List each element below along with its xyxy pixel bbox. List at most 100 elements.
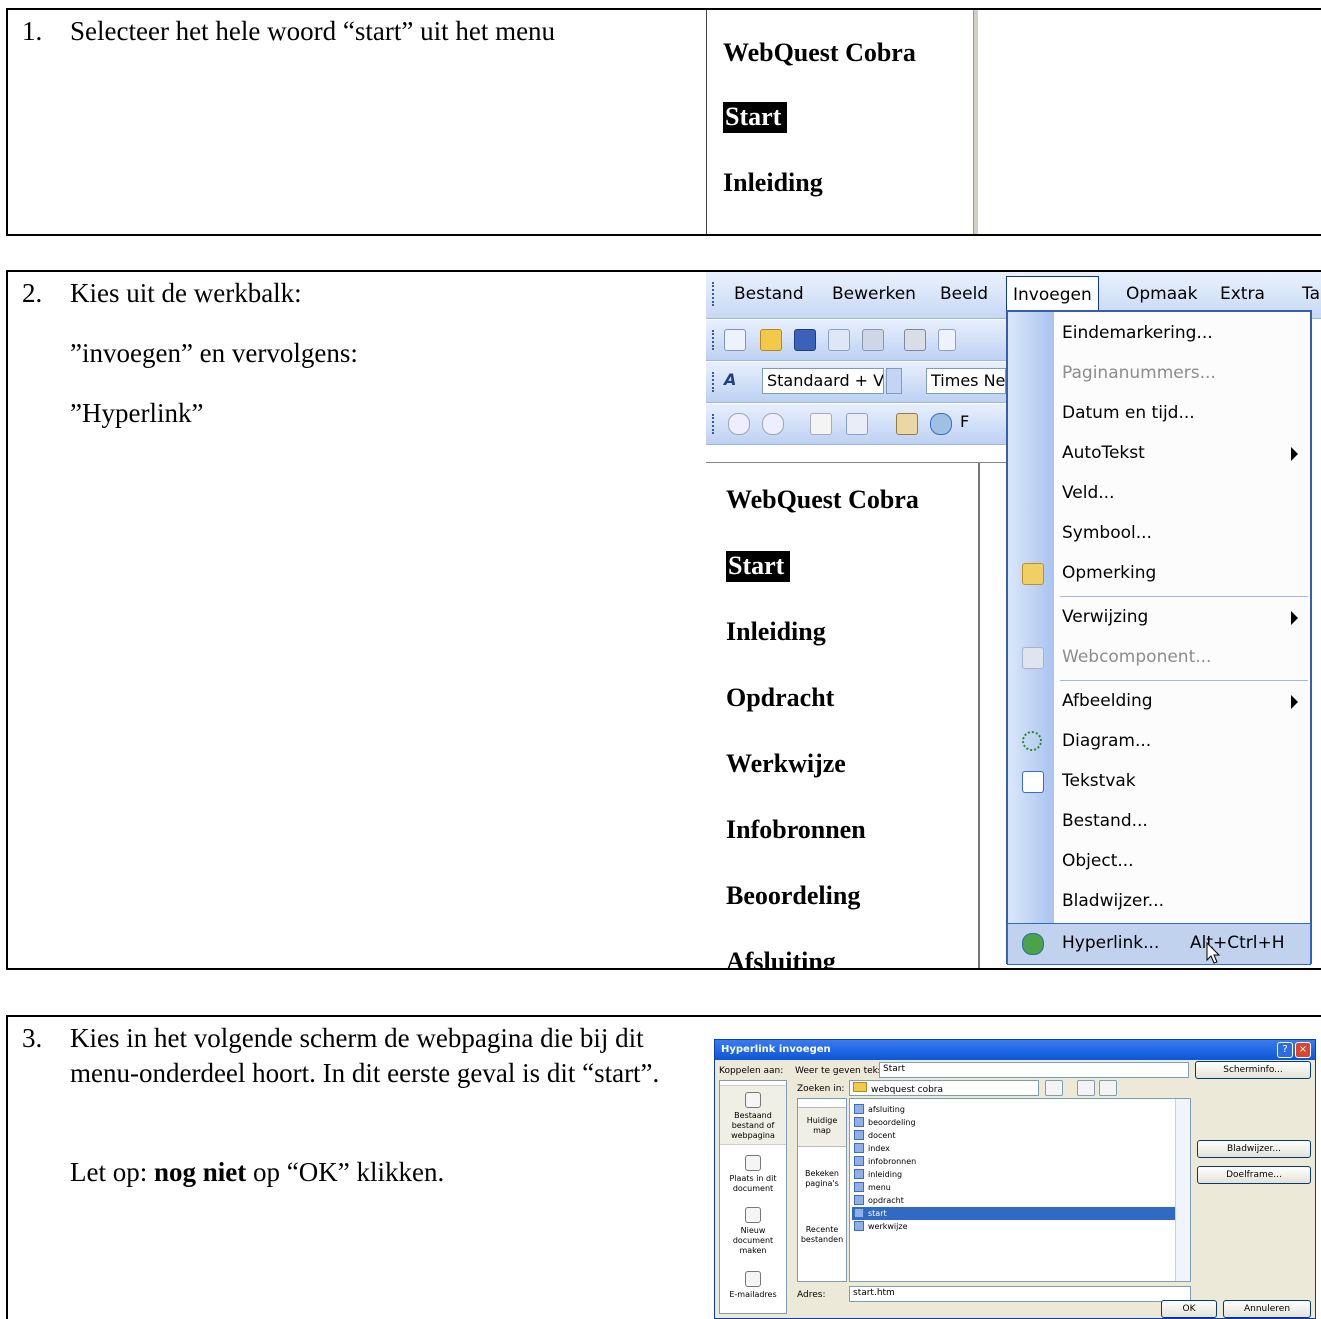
file-item[interactable]: index	[852, 1142, 1176, 1155]
menu-item-bladwijzer[interactable]: Bladwijzer...	[1008, 882, 1310, 922]
stop-icon[interactable]	[810, 413, 832, 435]
menu-item-inleiding[interactable]: Inleiding	[723, 168, 823, 198]
browse-web-icon[interactable]	[1077, 1080, 1095, 1096]
link-email-address[interactable]: E-mailadres	[720, 1271, 786, 1300]
doc-item-webquest-cobra[interactable]: WebQuest Cobra	[726, 485, 919, 515]
save-icon[interactable]	[794, 329, 816, 351]
address-label: Adres:	[797, 1290, 826, 1300]
menu-item-symbool[interactable]: Symbool...	[1008, 514, 1310, 554]
doc-item-inleiding[interactable]: Inleiding	[726, 617, 826, 647]
file-item[interactable]: afsluiting	[852, 1103, 1176, 1116]
font-dropdown[interactable]: Times Ne	[926, 368, 1006, 394]
style-dropdown[interactable]: Standaard + Ve	[762, 368, 884, 394]
menu-item-diagram[interactable]: Diagram...	[1008, 722, 1310, 762]
menu-item-tekstvak[interactable]: Tekstvak	[1008, 762, 1310, 802]
style-dropdown-arrow[interactable]	[886, 368, 902, 394]
link-new-document[interactable]: Nieuw document maken	[720, 1207, 786, 1256]
help-icon[interactable]: ?	[1277, 1042, 1293, 1058]
forward-icon[interactable]	[762, 413, 784, 435]
look-in-dropdown[interactable]: webquest cobra	[849, 1080, 1039, 1096]
web-component-icon	[1022, 647, 1044, 669]
file-item-selected[interactable]: start	[852, 1207, 1176, 1220]
back-icon[interactable]	[728, 413, 750, 435]
doc-item-beoordeling[interactable]: Beoordeling	[726, 881, 860, 911]
grip-icon	[712, 282, 717, 306]
step-text-line1: Kies uit de werkbalk:	[70, 278, 302, 308]
print-preview-icon[interactable]	[938, 329, 956, 351]
permission-icon[interactable]	[828, 329, 850, 351]
file-item[interactable]: inleiding	[852, 1168, 1176, 1181]
file-item[interactable]: beoordeling	[852, 1116, 1176, 1129]
document-area: WebQuest Cobra Start Inleiding Opdracht …	[706, 462, 1006, 968]
link-to-panel: Bestaand bestand of webpagina Plaats in …	[719, 1080, 787, 1314]
menu-item-object[interactable]: Object...	[1008, 842, 1310, 882]
doc-item-afsluiting[interactable]: Afsluiting	[726, 947, 836, 968]
doc-item-opdracht[interactable]: Opdracht	[726, 683, 834, 713]
formatting-toolbar: A Standaard + Ve Times Ne	[706, 362, 1006, 403]
textbox-icon	[1022, 771, 1044, 793]
menu-item-datum-en-tijd[interactable]: Datum en tijd...	[1008, 394, 1310, 434]
menu-item-eindemarkering[interactable]: Eindemarkering...	[1008, 314, 1310, 354]
open-folder-icon[interactable]	[760, 329, 782, 351]
doc-item-infobronnen[interactable]: Infobronnen	[726, 815, 866, 845]
browsed-pages[interactable]: Bekeken pagina's	[798, 1169, 846, 1189]
cancel-button[interactable]: Annuleren	[1223, 1300, 1311, 1318]
step-text-line3: ”Hyperlink”	[70, 398, 204, 428]
menu-invoegen[interactable]: Invoegen	[1006, 276, 1099, 312]
bookmark-button[interactable]: Bladwijzer...	[1197, 1140, 1311, 1158]
search-icon[interactable]	[930, 413, 952, 435]
display-text-input[interactable]: Start	[879, 1062, 1189, 1078]
menu-item-start-selected[interactable]: Start	[723, 102, 788, 133]
file-item[interactable]: opdracht	[852, 1194, 1176, 1207]
new-document-icon[interactable]	[724, 329, 746, 351]
current-folder[interactable]: Huidige map	[798, 1107, 846, 1147]
browse-file-icon[interactable]	[1099, 1080, 1117, 1096]
menu-item-hyperlink[interactable]: Hyperlink... Alt+Ctrl+H	[1007, 923, 1311, 965]
grip-icon	[712, 330, 717, 350]
submenu-arrow-icon	[1291, 447, 1298, 461]
menu-item-opmerking[interactable]: Opmerking	[1008, 554, 1310, 594]
menu-bewerken[interactable]: Bewerken	[832, 284, 916, 304]
document-place-icon	[745, 1155, 761, 1171]
menu-extra[interactable]: Extra	[1220, 284, 1265, 304]
screentip-button[interactable]: Scherminfo...	[1195, 1061, 1311, 1079]
file-item[interactable]: werkwijze	[852, 1220, 1176, 1233]
email-icon[interactable]	[862, 329, 884, 351]
print-icon[interactable]	[904, 329, 926, 351]
recent-files[interactable]: Recente bestanden	[798, 1225, 846, 1245]
mouse-cursor-icon	[1206, 942, 1221, 964]
web-file-icon	[854, 1117, 864, 1127]
file-item[interactable]: infobronnen	[852, 1155, 1176, 1168]
menu-item-webquest-cobra[interactable]: WebQuest Cobra	[723, 38, 916, 68]
target-frame-button[interactable]: Doelframe...	[1197, 1166, 1311, 1184]
menu-item-paginanummers: Paginanummers...	[1062, 363, 1216, 383]
menu-item-veld[interactable]: Veld...	[1008, 474, 1310, 514]
favorites-label[interactable]: F	[960, 412, 969, 431]
ok-button[interactable]: OK	[1161, 1300, 1217, 1318]
styles-icon[interactable]: A	[724, 370, 736, 389]
doc-item-start[interactable]: Start	[726, 551, 791, 582]
link-to-label: Koppelen aan:	[719, 1066, 784, 1076]
new-document-icon	[745, 1207, 761, 1223]
up-folder-icon[interactable]	[1045, 1080, 1063, 1096]
file-item[interactable]: docent	[852, 1129, 1176, 1142]
link-place-in-document[interactable]: Plaats in dit document	[720, 1155, 786, 1194]
address-input[interactable]: start.htm	[849, 1286, 1191, 1302]
menu-bestand[interactable]: Bestand	[734, 284, 804, 304]
menu-tabel[interactable]: Ta	[1302, 284, 1320, 304]
menu-separator	[1060, 680, 1308, 681]
menu-item-afbeelding[interactable]: Afbeelding	[1008, 682, 1310, 722]
menu-opmaak[interactable]: Opmaak	[1126, 284, 1197, 304]
menu-item-verwijzing[interactable]: Verwijzing	[1008, 598, 1310, 638]
menu-beeld[interactable]: Beeld	[940, 284, 988, 304]
close-icon[interactable]: ×	[1295, 1042, 1311, 1058]
hyperlink-globe-icon	[1022, 933, 1044, 955]
menu-item-autotekst[interactable]: AutoTekst	[1008, 434, 1310, 474]
home-icon[interactable]	[896, 413, 918, 435]
file-list-scrollbar[interactable]	[1175, 1099, 1190, 1281]
file-item[interactable]: menu	[852, 1181, 1176, 1194]
menu-item-bestand[interactable]: Bestand...	[1008, 802, 1310, 842]
doc-item-werkwijze[interactable]: Werkwijze	[726, 749, 846, 779]
refresh-icon[interactable]	[846, 413, 868, 435]
link-existing-file[interactable]: Bestaand bestand of webpagina	[720, 1085, 786, 1145]
